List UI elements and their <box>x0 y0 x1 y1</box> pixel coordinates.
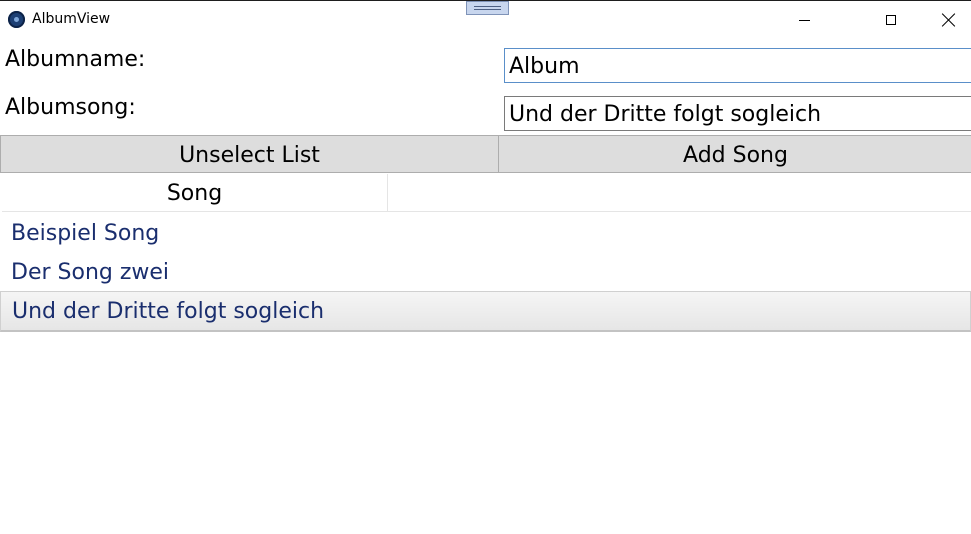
unselect-list-button[interactable]: Unselect List <box>0 135 499 173</box>
drag-handle-icon[interactable] <box>466 1 509 15</box>
maximize-icon <box>886 15 896 25</box>
list-item[interactable]: Beispiel Song <box>0 213 971 253</box>
minimize-icon <box>798 19 810 21</box>
window-title: AlbumView <box>32 11 111 27</box>
add-song-button[interactable]: Add Song <box>498 135 971 173</box>
list-header: Song <box>2 174 971 212</box>
list-item-selected[interactable]: Und der Dritte folgt sogleich <box>0 291 971 332</box>
albumsong-input[interactable] <box>504 96 971 131</box>
close-button[interactable] <box>920 1 971 39</box>
song-list[interactable]: Song Beispiel Song Der Song zwei Und der… <box>0 173 971 534</box>
albumsong-label: Albumsong: <box>5 95 136 120</box>
title-bar[interactable]: AlbumView <box>0 0 971 38</box>
close-icon <box>942 13 956 27</box>
column-header-song[interactable]: Song <box>2 174 388 212</box>
album-app-icon <box>8 11 25 28</box>
albumname-label: Albumname: <box>5 47 146 72</box>
minimize-button[interactable] <box>775 1 833 39</box>
maximize-button[interactable] <box>862 1 920 39</box>
list-item[interactable]: Der Song zwei <box>0 252 971 292</box>
albumname-input[interactable] <box>504 48 971 83</box>
